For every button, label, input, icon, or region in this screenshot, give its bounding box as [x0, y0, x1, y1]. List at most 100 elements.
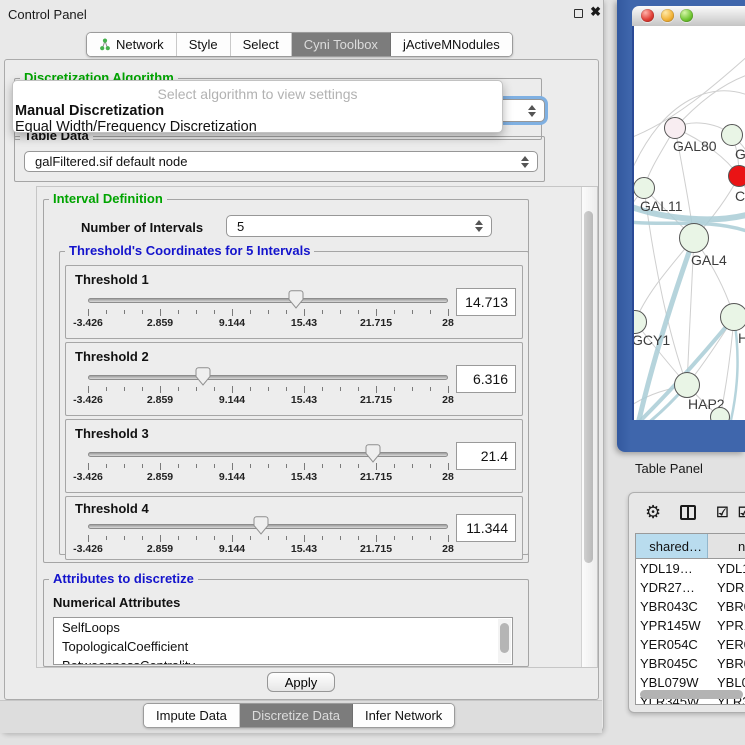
- tab-discretize-data[interactable]: Discretize Data: [240, 704, 353, 727]
- table-row[interactable]: YPR145WYPR1: [636, 616, 745, 635]
- control-panel-window: Control Panel ✖ Network Style Select: [0, 0, 604, 733]
- cell-shared-name[interactable]: YPR145W: [636, 618, 708, 633]
- close-traffic-light-icon[interactable]: [641, 9, 654, 22]
- slider-ticks: [88, 386, 448, 394]
- zoom-traffic-light-icon[interactable]: [680, 9, 693, 22]
- threshold-3-value-field[interactable]: 21.4: [456, 442, 516, 470]
- network-node[interactable]: [664, 117, 686, 139]
- threshold-2-value-field[interactable]: 6.316: [456, 365, 516, 393]
- horizontal-scrollbar[interactable]: [640, 690, 745, 700]
- network-graph-icon: [99, 38, 111, 51]
- slider-thumb[interactable]: [365, 444, 381, 463]
- screen: Control Panel ✖ Network Style Select: [0, 0, 745, 745]
- numerical-attributes-list[interactable]: SelfLoopsTopologicalCoefficientBetweenne…: [53, 617, 513, 665]
- checkbox-icon[interactable]: ☑: [716, 504, 729, 521]
- tab-network[interactable]: Network: [87, 33, 177, 56]
- cell-shared-name[interactable]: YDR27…: [636, 580, 708, 595]
- column-header-name[interactable]: n: [708, 534, 745, 558]
- cell-shared-name[interactable]: YDL19…: [636, 561, 708, 576]
- cell-name[interactable]: YBR0: [708, 599, 745, 614]
- tab-cyni-toolbox[interactable]: Cyni Toolbox: [292, 33, 391, 56]
- network-node[interactable]: [710, 407, 730, 420]
- list-item[interactable]: BetweennessCentrality: [54, 656, 512, 665]
- slider-track[interactable]: [88, 375, 448, 380]
- slider-thumb[interactable]: [253, 516, 269, 535]
- table-data-select[interactable]: galFiltered.sif default node: [24, 151, 538, 172]
- cell-name[interactable]: YDR2: [708, 580, 745, 595]
- cell-name[interactable]: YPR1: [708, 618, 745, 633]
- dropdown-option-equal-width-frequency[interactable]: Equal Width/Frequency Discretization: [15, 119, 500, 133]
- node-label: GAL80: [673, 138, 717, 154]
- column-header-shared-name[interactable]: shared…: [636, 534, 708, 558]
- list-scrollbar[interactable]: [498, 619, 511, 663]
- slider-track[interactable]: [88, 298, 448, 303]
- network-node[interactable]: [728, 165, 745, 187]
- vertical-scrollbar[interactable]: [581, 187, 596, 667]
- close-icon[interactable]: ✖: [590, 4, 601, 20]
- table-body: YDL19…YDL1YDR27…YDR2YBR043CYBR0YPR145WYP…: [636, 559, 745, 705]
- tab-infer-network[interactable]: Infer Network: [353, 704, 454, 727]
- tab-select[interactable]: Select: [231, 33, 292, 56]
- node-label: GAL11: [640, 198, 683, 214]
- threshold-3-slider[interactable]: -3.4262.8599.14415.4321.71528: [88, 444, 448, 478]
- network-canvas[interactable]: GAL80GACGAL11GAL4GCY1HHAP2: [632, 26, 745, 420]
- thresholds-group-title: Threshold's Coordinates for 5 Intervals: [65, 244, 314, 257]
- cell-name[interactable]: YER0: [708, 637, 745, 652]
- network-window-titlebar: [632, 6, 745, 27]
- threshold-4-value-field[interactable]: 11.344: [456, 514, 516, 542]
- tab-impute-data[interactable]: Impute Data: [144, 704, 240, 727]
- tab-style[interactable]: Style: [177, 33, 231, 56]
- threshold-1-label: Threshold 1: [75, 272, 149, 287]
- tab-jactivemnodules[interactable]: jActiveMNodules: [391, 33, 512, 56]
- network-node[interactable]: [633, 177, 655, 199]
- table-header-row: shared… n: [636, 534, 745, 559]
- cell-shared-name[interactable]: YBR043C: [636, 599, 708, 614]
- network-view-window: GAL80GACGAL11GAL4GCY1HHAP2: [617, 0, 745, 452]
- slider-ticks: [88, 309, 448, 317]
- threshold-1-value-field[interactable]: 14.713: [456, 288, 516, 316]
- network-node[interactable]: [674, 372, 700, 398]
- node-label: C: [735, 188, 745, 204]
- cell-shared-name[interactable]: YER054C: [636, 637, 708, 652]
- table-row[interactable]: YER054CYER0: [636, 635, 745, 654]
- threshold-4-slider[interactable]: -3.4262.8599.14415.4321.71528: [88, 516, 448, 550]
- slider-thumb[interactable]: [195, 367, 211, 386]
- number-of-intervals-label: Number of Intervals: [81, 220, 203, 235]
- number-of-intervals-spinner[interactable]: 5: [226, 215, 492, 237]
- cell-name[interactable]: YBR0: [708, 656, 745, 671]
- list-item[interactable]: SelfLoops: [54, 618, 512, 637]
- table-row[interactable]: YBR043CYBR0: [636, 597, 745, 616]
- window-title: Control Panel: [8, 7, 87, 22]
- cell-name[interactable]: YDL1: [708, 561, 745, 576]
- network-node[interactable]: [720, 303, 745, 331]
- tab-label: Impute Data: [156, 708, 227, 723]
- table-row[interactable]: YDL19…YDL1: [636, 559, 745, 578]
- gear-icon[interactable]: ⚙: [645, 502, 661, 523]
- cell-shared-name[interactable]: YBL079W: [636, 675, 708, 690]
- checkbox-icon[interactable]: ☑: [738, 504, 745, 521]
- tab-label: Infer Network: [365, 708, 442, 723]
- list-item[interactable]: TopologicalCoefficient: [54, 637, 512, 656]
- table-row[interactable]: YBR045CYBR0: [636, 654, 745, 673]
- dropdown-option-manual-discretization[interactable]: Manual Discretization: [15, 103, 500, 120]
- cell-shared-name[interactable]: YBR045C: [636, 656, 708, 671]
- apply-button[interactable]: Apply: [267, 672, 335, 692]
- slider-scale-labels: -3.4262.8599.14415.4321.71528: [88, 471, 448, 483]
- threshold-1-box: Threshold 1 -3.4262.8599.14415.4321.7152…: [65, 265, 523, 339]
- cell-name[interactable]: YBL0: [708, 675, 745, 690]
- network-node[interactable]: [679, 223, 709, 253]
- slider-scale-labels: -3.4262.8599.14415.4321.71528: [88, 394, 448, 406]
- threshold-1-slider[interactable]: -3.4262.8599.14415.4321.71528: [88, 290, 448, 324]
- slider-track[interactable]: [88, 452, 448, 457]
- network-node[interactable]: [721, 124, 743, 146]
- dropdown-placeholder: Select algorithm to view settings: [13, 86, 502, 102]
- float-window-icon[interactable]: [574, 9, 583, 18]
- table-row[interactable]: YDR27…YDR2: [636, 578, 745, 597]
- table-panel: ⚙ ☑ ☑ shared… n YDL19…YDL1YDR27…YDR2YBR0…: [628, 492, 745, 713]
- minimize-traffic-light-icon[interactable]: [661, 9, 674, 22]
- slider-thumb[interactable]: [288, 290, 304, 309]
- settings-scrollpane: Interval Definition Number of Intervals …: [36, 186, 598, 668]
- split-columns-icon[interactable]: [680, 505, 696, 520]
- cyni-mode-tabs: Impute Data Discretize Data Infer Networ…: [143, 703, 455, 728]
- threshold-2-slider[interactable]: -3.4262.8599.14415.4321.71528: [88, 367, 448, 401]
